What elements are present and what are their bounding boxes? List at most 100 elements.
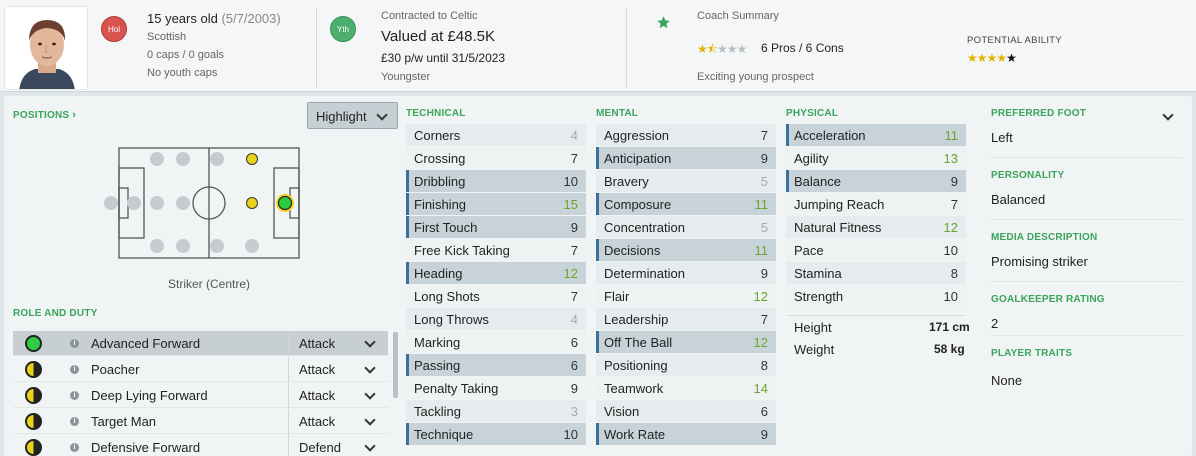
chevron-down-icon: [364, 336, 376, 348]
attribute-row[interactable]: Crossing 7: [406, 147, 586, 169]
attribute-row[interactable]: Leadership 7: [596, 308, 776, 330]
attribute-row[interactable]: Positioning 8: [596, 354, 776, 376]
attribute-value: 10: [943, 289, 958, 304]
attribute-row[interactable]: Balance 9: [786, 170, 966, 192]
nationality[interactable]: Scottish: [147, 31, 186, 43]
attribute-row[interactable]: Strength 10: [786, 285, 966, 307]
duty-dropdown[interactable]: Attack: [288, 357, 388, 382]
height-value: 171 cm: [929, 320, 970, 334]
positions-pitch: [104, 147, 300, 259]
attribute-value: 11: [754, 243, 769, 258]
attribute-name: Agility: [794, 151, 829, 166]
role-row[interactable]: i Deep Lying Forward Attack: [13, 383, 388, 408]
attribute-row[interactable]: Pace 10: [786, 239, 966, 261]
role-row[interactable]: i Defensive Forward Defend: [13, 435, 388, 456]
attribute-row[interactable]: Passing 6: [406, 354, 586, 376]
attribute-value: 12: [943, 220, 958, 235]
chevron-right-icon: ›: [72, 109, 77, 121]
attribute-row[interactable]: Marking 6: [406, 331, 586, 353]
attribute-value: 10: [943, 243, 958, 258]
attribute-row[interactable]: Aggression 7: [596, 124, 776, 146]
club-badge-icon[interactable]: Yth: [330, 16, 356, 42]
attribute-row[interactable]: Acceleration 11: [786, 124, 966, 146]
attribute-name: Technique: [414, 427, 474, 442]
info-icon[interactable]: i: [70, 417, 79, 426]
role-row[interactable]: i Target Man Attack: [13, 409, 388, 434]
attribute-row[interactable]: Long Shots 7: [406, 285, 586, 307]
attribute-row[interactable]: Jumping Reach 7: [786, 193, 966, 215]
attribute-value: 9: [760, 427, 768, 442]
info-icon[interactable]: i: [70, 339, 79, 348]
attribute-row[interactable]: Off The Ball 12: [596, 331, 776, 353]
info-icon[interactable]: i: [70, 365, 79, 374]
contract-club[interactable]: Contracted to Celtic: [381, 10, 478, 22]
attribute-row[interactable]: First Touch 9: [406, 216, 586, 238]
nation-badge-icon[interactable]: Hol: [101, 16, 127, 42]
attribute-row[interactable]: Anticipation 9: [596, 147, 776, 169]
attribute-name: Free Kick Taking: [414, 243, 510, 258]
coach-pros-cons[interactable]: 6 Pros / 6 Cons: [761, 41, 844, 55]
attribute-row[interactable]: Technique 10: [406, 423, 586, 445]
attribute-name: Long Shots: [414, 289, 480, 304]
attribute-value: 12: [563, 266, 578, 281]
attribute-row[interactable]: Concentration 5: [596, 216, 776, 238]
chevron-down-icon: [376, 109, 388, 121]
highlight-dropdown[interactable]: Highlight: [307, 102, 398, 129]
attribute-value: 13: [943, 151, 958, 166]
attribute-row[interactable]: Finishing 15: [406, 193, 586, 215]
attribute-value: 10: [563, 174, 578, 189]
attribute-name: Tackling: [414, 404, 461, 419]
attribute-row[interactable]: Work Rate 9: [596, 423, 776, 445]
player-wage: £30 p/w until 31/5/2023: [381, 51, 506, 65]
attribute-row[interactable]: Decisions 11: [596, 239, 776, 261]
attribute-value: 12: [753, 335, 768, 350]
attribute-row[interactable]: Vision 6: [596, 400, 776, 422]
preferred-foot-title: PREFERRED FOOT: [991, 108, 1087, 119]
attribute-row[interactable]: Flair 12: [596, 285, 776, 307]
duty-dropdown[interactable]: Defend: [288, 435, 388, 456]
duty-dropdown[interactable]: Attack: [288, 383, 388, 408]
attribute-value: 9: [760, 266, 768, 281]
international-caps: 0 caps / 0 goals: [147, 49, 225, 61]
attribute-row[interactable]: Long Throws 4: [406, 308, 586, 330]
chevron-down-icon: [364, 414, 376, 426]
physical-title: PHYSICAL: [786, 108, 839, 119]
attribute-row[interactable]: Corners 4: [406, 124, 586, 146]
attribute-value: 7: [950, 197, 958, 212]
player-header: Hol 15 years old (5/7/2003) Scottish 0 c…: [0, 0, 1196, 92]
attribute-row[interactable]: Free Kick Taking 7: [406, 239, 586, 261]
attribute-row[interactable]: Bravery 5: [596, 170, 776, 192]
positions-title[interactable]: POSITIONS ›: [13, 109, 76, 121]
attribute-value: 5: [760, 220, 768, 235]
personality-value: Balanced: [991, 192, 1046, 207]
attribute-row[interactable]: Determination 9: [596, 262, 776, 284]
collapse-chevron-icon[interactable]: [1162, 109, 1174, 121]
attribute-row[interactable]: Agility 13: [786, 147, 966, 169]
age-line: 15 years old (5/7/2003): [147, 11, 281, 26]
technical-title: TECHNICAL: [406, 108, 466, 119]
duty-dropdown[interactable]: Attack: [288, 409, 388, 434]
attribute-row[interactable]: Teamwork 14: [596, 377, 776, 399]
attribute-value: 11: [944, 128, 959, 143]
duty-label: Attack: [299, 336, 336, 351]
role-row[interactable]: i Advanced Forward Attack: [13, 331, 388, 356]
attribute-row[interactable]: Penalty Taking 9: [406, 377, 586, 399]
attribute-name: Crossing: [414, 151, 466, 166]
attribute-row[interactable]: Composure 11: [596, 193, 776, 215]
attribute-name: Flair: [604, 289, 630, 304]
position-label: Striker (Centre): [167, 277, 250, 291]
attribute-row[interactable]: Dribbling 10: [406, 170, 586, 192]
attribute-row[interactable]: Stamina 8: [786, 262, 966, 284]
attribute-row[interactable]: Natural Fitness 12: [786, 216, 966, 238]
attribute-name: Acceleration: [794, 128, 866, 143]
info-icon[interactable]: i: [70, 391, 79, 400]
attribute-row[interactable]: Tackling 3: [406, 400, 586, 422]
info-icon[interactable]: i: [70, 443, 79, 452]
duty-dropdown[interactable]: Attack: [288, 331, 388, 356]
role-row[interactable]: i Poacher Attack: [13, 357, 388, 382]
role-list-scrollbar[interactable]: [393, 332, 398, 398]
media-description-value: Promising striker: [991, 254, 1088, 269]
attribute-row[interactable]: Heading 12: [406, 262, 586, 284]
player-face: [4, 6, 88, 90]
divider: [786, 315, 966, 316]
